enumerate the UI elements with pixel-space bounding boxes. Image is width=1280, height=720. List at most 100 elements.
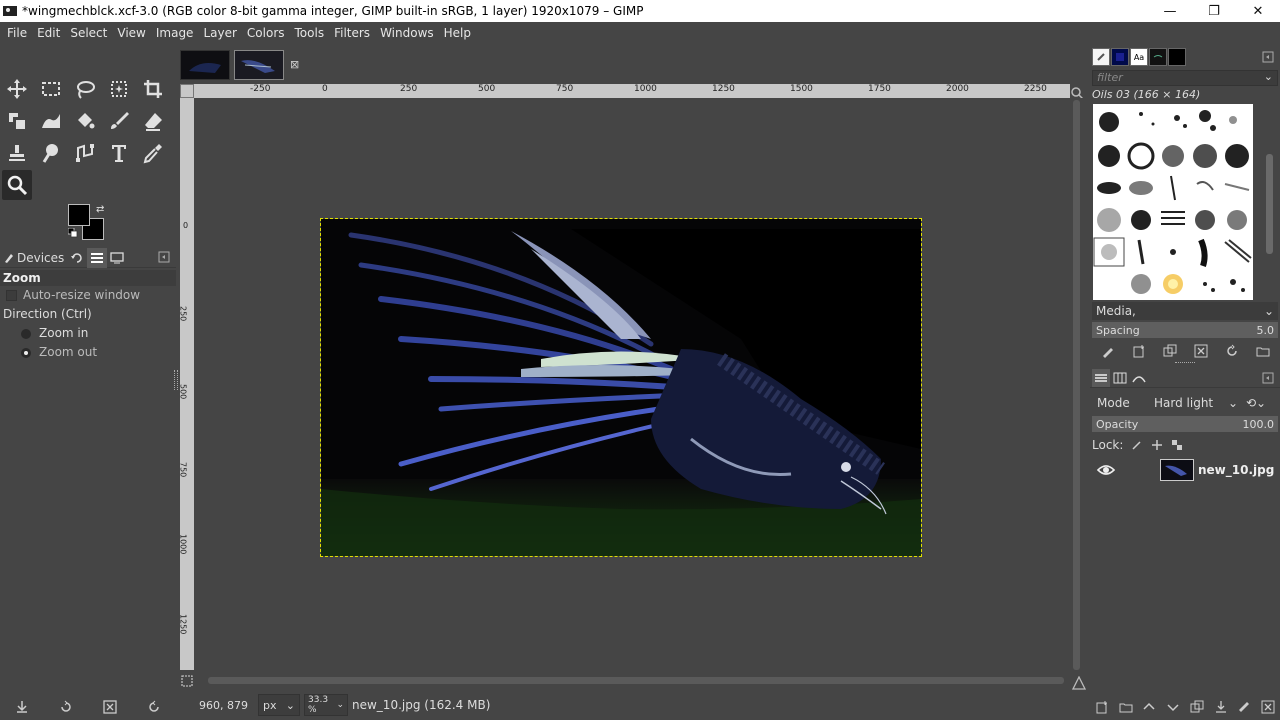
tab-tool-options[interactable]: [87, 247, 108, 268]
foreground-color-swatch[interactable]: [68, 204, 90, 226]
lock-position-icon[interactable]: [1151, 439, 1163, 451]
delete-options-icon[interactable]: [103, 700, 117, 714]
reset-colors-icon[interactable]: [68, 228, 78, 238]
horizontal-scrollbar[interactable]: [194, 674, 1070, 688]
zoom-out-option[interactable]: Zoom out: [0, 343, 176, 362]
menu-layer[interactable]: Layer: [198, 22, 241, 44]
vertical-scrollbar[interactable]: [1070, 98, 1084, 670]
anchor-layer-icon[interactable]: [1237, 700, 1251, 714]
brush-scrollbar[interactable]: [1264, 104, 1276, 300]
edit-brush-icon[interactable]: [1101, 344, 1115, 358]
tab-paths[interactable]: [1130, 369, 1148, 387]
image-canvas[interactable]: [194, 98, 1070, 670]
new-layer-icon[interactable]: [1095, 700, 1109, 714]
tab-patterns[interactable]: [1111, 48, 1129, 66]
unified-transform-icon[interactable]: [2, 106, 32, 136]
close-tab-icon[interactable]: ⊠: [290, 58, 299, 71]
paintbrush-icon[interactable]: [104, 106, 134, 136]
image-tab-2[interactable]: [234, 50, 284, 80]
clone-icon[interactable]: [2, 138, 32, 168]
new-brush-icon[interactable]: [1132, 344, 1146, 358]
layer-item[interactable]: new_10.jpg: [1092, 456, 1278, 484]
image-content[interactable]: [320, 218, 922, 557]
horizontal-ruler[interactable]: -250 0 250 500 750 1000 1250 1500 1750 2…: [194, 84, 1070, 98]
paths-icon[interactable]: [70, 138, 100, 168]
horizontal-scroll-thumb[interactable]: [208, 677, 1064, 684]
bucket-fill-icon[interactable]: [70, 106, 100, 136]
delete-layer-icon[interactable]: [1261, 700, 1275, 714]
vertical-ruler[interactable]: 0 250 500 750 1000 1250: [180, 98, 194, 670]
auto-resize-checkbox[interactable]: [6, 290, 17, 301]
warp-transform-icon[interactable]: [36, 106, 66, 136]
tab-images[interactable]: [107, 248, 127, 268]
auto-resize-option[interactable]: Auto-resize window: [0, 286, 176, 305]
rect-select-icon[interactable]: [36, 74, 66, 104]
tab-undo-history[interactable]: [67, 248, 87, 268]
brush-scroll-thumb[interactable]: [1266, 154, 1273, 254]
duplicate-layer-icon[interactable]: [1190, 700, 1204, 714]
quick-mask-icon[interactable]: [180, 674, 194, 688]
restore-options-icon[interactable]: [59, 700, 73, 714]
menu-select[interactable]: Select: [65, 22, 112, 44]
menu-image[interactable]: Image: [151, 22, 199, 44]
layer-opacity-slider[interactable]: Opacity 100.0: [1092, 416, 1278, 432]
reset-options-icon[interactable]: [147, 700, 161, 714]
layer-mode-select[interactable]: Hard light ⌄: [1154, 396, 1238, 410]
tab-channels[interactable]: [1111, 369, 1129, 387]
menu-windows[interactable]: Windows: [375, 22, 439, 44]
tab-devices[interactable]: Devices: [0, 248, 67, 268]
crop-icon[interactable]: [138, 74, 168, 104]
menu-filters[interactable]: Filters: [329, 22, 375, 44]
menu-tools[interactable]: Tools: [290, 22, 330, 44]
menu-colors[interactable]: Colors: [242, 22, 290, 44]
tab-layers[interactable]: [1092, 368, 1110, 387]
zoom-in-radio[interactable]: [21, 328, 31, 339]
color-picker-icon[interactable]: [138, 138, 168, 168]
close-button[interactable]: ✕: [1236, 0, 1280, 22]
swap-colors-icon[interactable]: ⇄: [96, 204, 104, 215]
menu-file[interactable]: File: [2, 22, 32, 44]
menu-view[interactable]: View: [112, 22, 150, 44]
zoom-select[interactable]: 33.3 % ⌄: [304, 694, 348, 716]
tab-gradients[interactable]: [1149, 48, 1167, 66]
tab-menu-icon[interactable]: [1262, 51, 1274, 63]
brush-grid[interactable]: [1093, 104, 1253, 300]
image-tab-1[interactable]: [180, 50, 230, 80]
eraser-icon[interactable]: [138, 106, 168, 136]
lower-layer-icon[interactable]: [1166, 700, 1180, 714]
restore-button[interactable]: ❐: [1192, 0, 1236, 22]
smudge-icon[interactable]: [36, 138, 66, 168]
tab-menu-icon[interactable]: [158, 251, 170, 263]
lasso-icon[interactable]: [70, 74, 100, 104]
brush-filter-input[interactable]: filter ⌄: [1092, 70, 1278, 86]
tab-brushes[interactable]: [1092, 48, 1110, 66]
vertical-scroll-thumb[interactable]: [1073, 100, 1080, 670]
tab-menu-icon[interactable]: [1262, 372, 1274, 384]
delete-brush-icon[interactable]: [1194, 344, 1208, 358]
menu-help[interactable]: Help: [439, 22, 476, 44]
unit-select[interactable]: px ⌄: [258, 694, 300, 716]
zoom-out-radio[interactable]: [21, 347, 31, 358]
ruler-corner[interactable]: [180, 84, 194, 98]
duplicate-brush-icon[interactable]: [1163, 344, 1177, 358]
lock-alpha-icon[interactable]: [1171, 439, 1183, 451]
zoom-tool-icon[interactable]: [2, 170, 32, 200]
zoom-in-option[interactable]: Zoom in: [0, 324, 176, 343]
navigate-icon[interactable]: [1072, 676, 1086, 690]
mode-switch-icon[interactable]: ⟲⌄: [1246, 396, 1266, 410]
tab-palettes[interactable]: [1168, 48, 1186, 66]
right-dock-sash[interactable]: [1175, 362, 1195, 366]
brush-spacing-slider[interactable]: Spacing 5.0: [1092, 322, 1278, 338]
new-layer-group-icon[interactable]: [1119, 700, 1133, 714]
merge-layer-icon[interactable]: [1214, 700, 1228, 714]
fuzzy-select-icon[interactable]: [104, 74, 134, 104]
brush-tag-select[interactable]: Media, ⌄: [1092, 302, 1278, 320]
text-icon[interactable]: [104, 138, 134, 168]
refresh-brushes-icon[interactable]: [1225, 344, 1239, 358]
save-options-icon[interactable]: [15, 700, 29, 714]
eye-icon[interactable]: [1096, 460, 1116, 480]
menu-edit[interactable]: Edit: [32, 22, 65, 44]
lock-pixels-icon[interactable]: [1131, 439, 1143, 451]
left-dock-sash[interactable]: [174, 370, 178, 390]
raise-layer-icon[interactable]: [1142, 700, 1156, 714]
